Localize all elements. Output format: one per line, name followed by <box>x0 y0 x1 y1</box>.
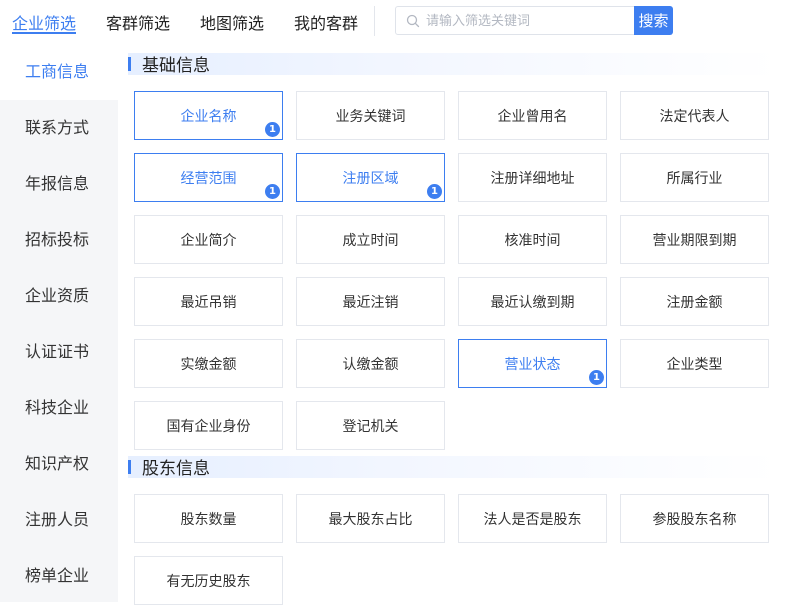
sidebar-item-certificates[interactable]: 认证证书 <box>0 324 118 380</box>
filter-chip[interactable]: 有无历史股东 <box>134 556 283 605</box>
filter-chip[interactable]: 实缴金额 <box>134 339 283 388</box>
section-header-basic-info: 基础信息 <box>128 53 778 76</box>
sidebar-item-intellectual-property[interactable]: 知识产权 <box>0 436 118 492</box>
sidebar-item-annual-report[interactable]: 年报信息 <box>0 156 118 212</box>
filter-chip[interactable]: 国有企业身份 <box>134 401 283 450</box>
filter-chip[interactable]: 认缴金额 <box>296 339 445 388</box>
sidebar-item-ranking-enterprises[interactable]: 榜单企业 <box>0 548 118 604</box>
filter-chip[interactable]: 最近吊销 <box>134 277 283 326</box>
selected-count-badge: 1 <box>265 122 280 137</box>
section-title: 基础信息 <box>142 56 210 76</box>
filter-chip-label: 经营范围 <box>180 170 237 187</box>
filter-chip-label: 认缴金额 <box>342 356 399 373</box>
section-header-shareholder-info: 股东信息 <box>128 456 778 479</box>
filter-chip[interactable]: 企业曾用名 <box>458 91 607 140</box>
tab-map-filter[interactable]: 地图筛选 <box>200 10 264 34</box>
search-button[interactable]: 搜索 <box>634 6 673 35</box>
top-bar: 企业筛选 客群筛选 地图筛选 我的客群 搜索 <box>0 0 795 44</box>
filter-chip[interactable]: 登记机关 <box>296 401 445 450</box>
filter-chip[interactable]: 法定代表人 <box>620 91 769 140</box>
filter-chip-label: 核准时间 <box>504 232 561 249</box>
search-input[interactable] <box>426 11 626 31</box>
filter-chip[interactable]: 营业状态 1 <box>458 339 607 388</box>
selected-count-badge: 1 <box>427 184 442 199</box>
filter-chip-label: 企业类型 <box>666 356 723 373</box>
section-title: 股东信息 <box>142 459 210 479</box>
filter-chip-label: 注册详细地址 <box>490 170 575 187</box>
filter-chip[interactable]: 经营范围 1 <box>134 153 283 202</box>
sidebar-item-business-info[interactable]: 工商信息 <box>0 44 118 100</box>
filter-chip-label: 营业期限到期 <box>652 232 737 249</box>
search-icon <box>406 14 420 28</box>
filter-chip-label: 股东数量 <box>180 511 237 528</box>
filter-chip-label: 最近注销 <box>342 294 399 311</box>
filter-chip-label: 有无历史股东 <box>166 573 251 590</box>
tab-customer-group-filter[interactable]: 客群筛选 <box>106 10 170 34</box>
filter-chip[interactable]: 最大股东占比 <box>296 494 445 543</box>
active-tab-underline <box>12 32 76 34</box>
filter-chip[interactable]: 业务关键词 <box>296 91 445 140</box>
filter-chip-label: 国有企业身份 <box>166 418 251 435</box>
filter-chip[interactable]: 最近注销 <box>296 277 445 326</box>
filter-chip-label: 业务关键词 <box>335 108 406 125</box>
filter-chip-label: 参股股东名称 <box>652 511 737 528</box>
filter-chip[interactable]: 股东数量 <box>134 494 283 543</box>
filter-chip-label: 法人是否是股东 <box>483 511 582 528</box>
filter-chip-label: 登记机关 <box>342 418 399 435</box>
filter-chip[interactable]: 法人是否是股东 <box>458 494 607 543</box>
filter-chip[interactable]: 营业期限到期 <box>620 215 769 264</box>
filter-chip[interactable]: 企业名称 1 <box>134 91 283 140</box>
filter-chip-label: 所属行业 <box>666 170 723 187</box>
sidebar-item-qualifications[interactable]: 企业资质 <box>0 268 118 324</box>
section-accent-bar <box>128 460 131 474</box>
filter-chip[interactable]: 参股股东名称 <box>620 494 769 543</box>
sidebar-item-contact[interactable]: 联系方式 <box>0 100 118 156</box>
section-accent-bar <box>128 57 131 71</box>
filter-chip[interactable]: 最近认缴到期 <box>458 277 607 326</box>
sidebar-item-registered-personnel[interactable]: 注册人员 <box>0 492 118 548</box>
selected-count-badge: 1 <box>589 370 604 385</box>
filter-chip[interactable]: 所属行业 <box>620 153 769 202</box>
filter-chip[interactable]: 成立时间 <box>296 215 445 264</box>
filter-chip[interactable]: 企业类型 <box>620 339 769 388</box>
filter-chip-label: 注册区域 <box>342 170 399 187</box>
search-box[interactable] <box>395 6 635 35</box>
filter-chip[interactable]: 核准时间 <box>458 215 607 264</box>
filter-chip[interactable]: 注册详细地址 <box>458 153 607 202</box>
tab-enterprise-filter[interactable]: 企业筛选 <box>12 10 76 34</box>
filter-chip-label: 成立时间 <box>342 232 399 249</box>
filter-chip-label: 最近认缴到期 <box>490 294 575 311</box>
filter-chip[interactable]: 企业简介 <box>134 215 283 264</box>
category-sidebar: 工商信息 联系方式 年报信息 招标投标 企业资质 认证证书 科技企业 知识产权 … <box>0 44 118 602</box>
divider <box>374 6 375 36</box>
filter-chip-label: 企业曾用名 <box>497 108 568 125</box>
filter-chip[interactable]: 注册金额 <box>620 277 769 326</box>
tab-my-customer-groups[interactable]: 我的客群 <box>294 10 358 34</box>
filter-chip-label: 最大股东占比 <box>328 511 413 528</box>
filter-chip-label: 企业简介 <box>180 232 237 249</box>
filter-chip-label: 最近吊销 <box>180 294 237 311</box>
filter-chip[interactable]: 注册区域 1 <box>296 153 445 202</box>
filter-chip-label: 实缴金额 <box>180 356 237 373</box>
filter-chip-label: 企业名称 <box>180 108 237 125</box>
sidebar-item-tech-enterprise[interactable]: 科技企业 <box>0 380 118 436</box>
filter-chip-label: 法定代表人 <box>659 108 730 125</box>
sidebar-item-bidding[interactable]: 招标投标 <box>0 212 118 268</box>
selected-count-badge: 1 <box>265 184 280 199</box>
filter-chip-label: 营业状态 <box>504 356 561 373</box>
filter-chip-label: 注册金额 <box>666 294 723 311</box>
